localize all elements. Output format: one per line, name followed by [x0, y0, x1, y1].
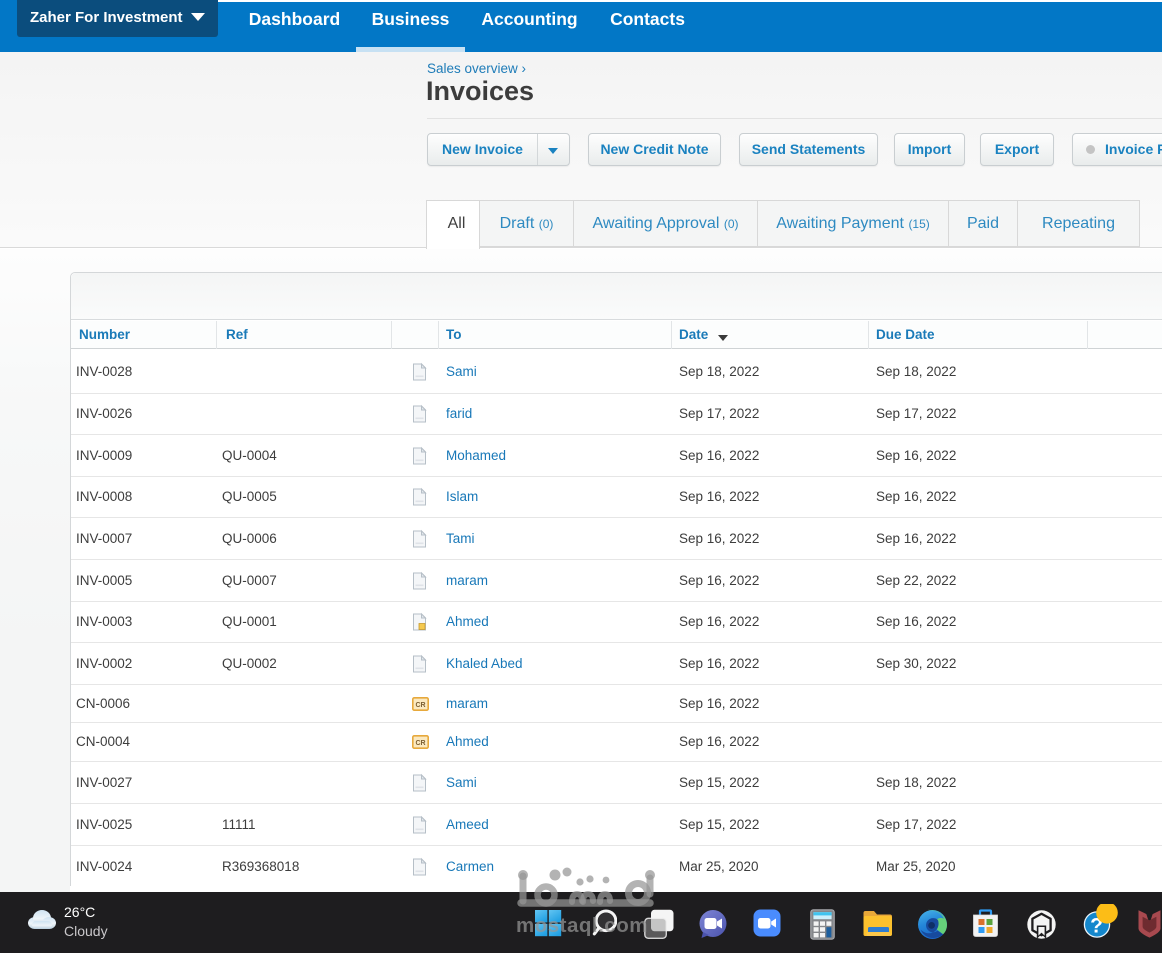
svg-text:CR: CR [415, 740, 425, 747]
svg-text:CR: CR [415, 702, 425, 709]
